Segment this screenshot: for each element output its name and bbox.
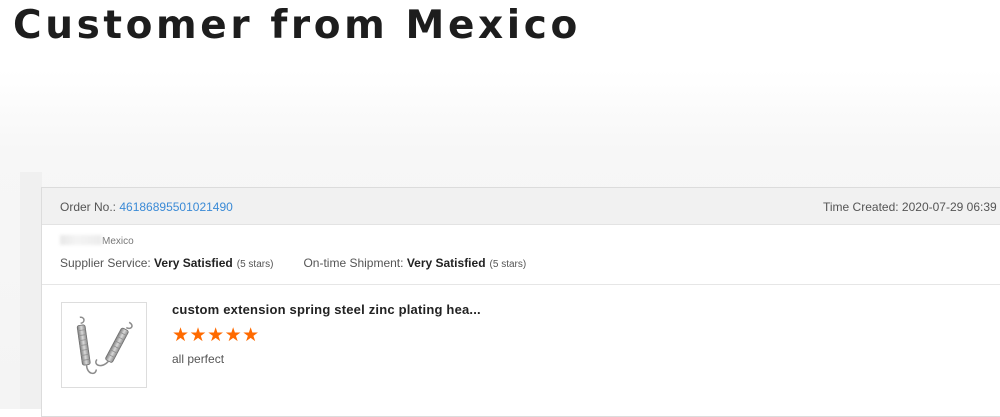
section-divider [42,284,1000,285]
supplier-service-label: Supplier Service: [60,256,155,270]
card-left-shadow [20,172,42,409]
buyer-country: Mexico [102,236,134,247]
order-number: Order No.: 46186895501021490 [60,200,233,214]
review-text: all perfect [172,352,225,366]
card-header: Order No.: 46186895501021490 Time Create… [42,188,1000,225]
shipment-value: Very Satisfied [406,256,486,270]
order-number-label: Order No.: [60,200,120,214]
time-created-label: Time Created: [823,200,902,214]
shipment-stars: (5 stars) [489,259,527,270]
review-card: Order No.: 46186895501021490 Time Create… [41,187,1000,417]
shipment-rating: On-time Shipment: Very Satisfied (5 stars… [303,256,526,270]
supplier-service-stars: (5 stars) [236,259,274,270]
blurred-buyer-name [60,235,102,245]
extension-spring-icon [76,316,133,375]
time-created: Time Created: 2020-07-29 06:39 [823,200,997,214]
shipment-label: On-time Shipment: [303,256,407,270]
order-number-link[interactable]: 46186895501021490 [119,200,232,214]
product-star-rating: ★★★★★ [172,325,260,346]
time-created-value: 2020-07-29 06:39 [901,200,997,214]
product-thumbnail[interactable] [61,302,147,388]
supplier-service-rating: Supplier Service: Very Satisfied (5 stars… [60,256,273,270]
ratings-row: Supplier Service: Very Satisfied (5 stars… [60,256,526,270]
supplier-service-value: Very Satisfied [154,256,233,270]
product-title-link[interactable]: custom extension spring steel zinc plati… [172,302,481,317]
page-title: Customer from Mexico [13,3,581,48]
buyer-info: Mexico [60,235,134,247]
